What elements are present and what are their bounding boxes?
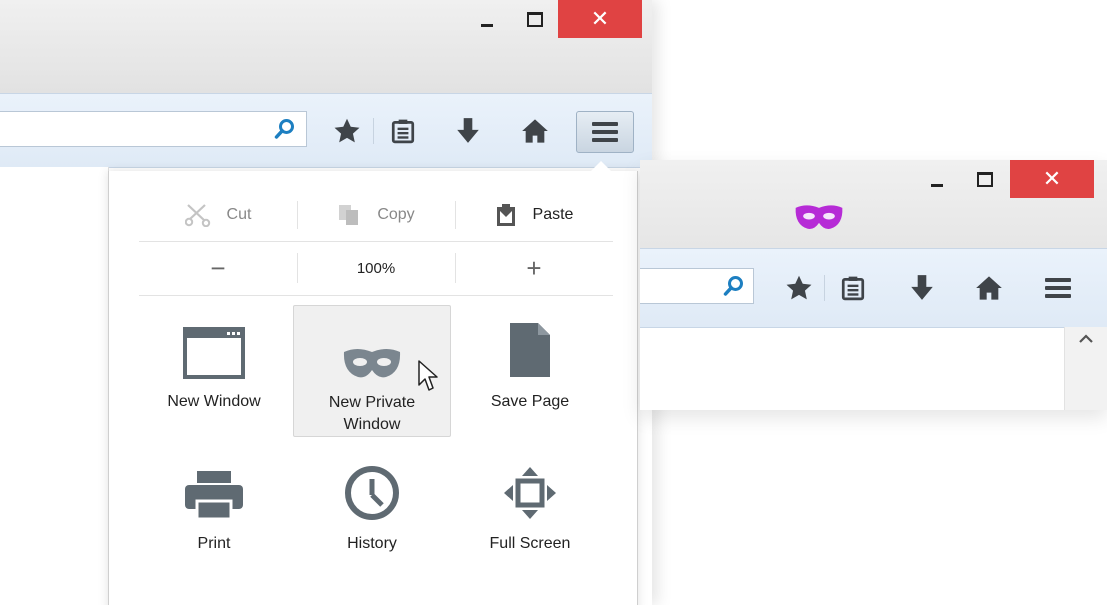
- close-icon: ✕: [1042, 166, 1062, 191]
- full-screen-button[interactable]: Full Screen: [451, 455, 609, 565]
- toolbar-separator: [373, 118, 374, 144]
- history-clock-icon: [345, 466, 399, 520]
- mouse-pointer-icon: [418, 360, 438, 391]
- copy-button[interactable]: Copy: [297, 189, 455, 241]
- private-mask-icon: [343, 349, 401, 378]
- private-bookmarks-menu-button[interactable]: [836, 273, 870, 303]
- new-window-label: New Window: [167, 393, 261, 410]
- private-navigation-toolbar: [640, 248, 1107, 328]
- private-minimize-button[interactable]: [920, 160, 954, 198]
- main-navigation-toolbar: [0, 93, 652, 168]
- close-icon: ✕: [590, 6, 610, 31]
- paste-label: Paste: [532, 206, 574, 223]
- cut-label: Cut: [226, 206, 252, 223]
- scissors-icon: [184, 204, 210, 227]
- search-icon[interactable]: [723, 275, 745, 297]
- bookmarks-list-icon: [391, 119, 415, 144]
- new-private-window-label: New Private Window: [328, 394, 416, 433]
- zoom-out-button[interactable]: −: [139, 241, 297, 295]
- print-button[interactable]: Print: [135, 455, 293, 565]
- close-button[interactable]: ✕: [558, 0, 642, 38]
- download-arrow-icon: [457, 118, 479, 143]
- home-icon: [522, 119, 548, 143]
- plus-icon: +: [526, 253, 542, 283]
- private-close-button[interactable]: ✕: [1010, 160, 1094, 198]
- scroll-up-button[interactable]: [1065, 331, 1107, 349]
- copy-label: Copy: [377, 206, 415, 223]
- private-maximize-button[interactable]: [968, 160, 1002, 198]
- chevron-up-icon: [1079, 334, 1093, 343]
- private-open-menu-button[interactable]: [1038, 273, 1078, 303]
- maximize-button[interactable]: [518, 0, 552, 38]
- copy-icon: [339, 205, 359, 225]
- zoom-controls-row: − 100% +: [139, 241, 613, 296]
- download-arrow-icon: [911, 275, 933, 300]
- fullscreen-arrows-icon: [504, 467, 556, 519]
- downloads-button[interactable]: [451, 116, 485, 146]
- zoom-level: 100%: [356, 259, 396, 277]
- new-window-icon: [183, 327, 245, 379]
- search-icon[interactable]: [274, 118, 296, 140]
- maximize-icon: [527, 11, 543, 27]
- zoom-in-button[interactable]: +: [455, 241, 613, 295]
- history-button[interactable]: History: [293, 455, 451, 565]
- zoom-reset-button[interactable]: 100%: [297, 241, 455, 295]
- toolbar-separator: [824, 275, 825, 301]
- new-window-button[interactable]: New Window: [135, 313, 293, 437]
- private-search-bar[interactable]: [640, 268, 754, 304]
- cut-button[interactable]: Cut: [139, 189, 297, 241]
- private-bookmark-star-button[interactable]: [782, 273, 816, 303]
- print-label: Print: [197, 535, 231, 552]
- save-page-icon: [510, 323, 550, 377]
- history-label: History: [347, 535, 397, 552]
- open-menu-button[interactable]: [576, 111, 634, 153]
- maximize-icon: [977, 171, 993, 187]
- minus-icon: −: [210, 253, 226, 283]
- main-titlebar: ✕: [0, 0, 652, 93]
- private-downloads-button[interactable]: [905, 273, 939, 303]
- page-content-area: [0, 167, 109, 605]
- private-home-button[interactable]: [972, 273, 1006, 303]
- paste-clipboard-icon: [496, 204, 515, 226]
- hamburger-menu-icon: [1045, 278, 1071, 298]
- main-menu-panel: Cut Copy Paste − 100% + New Window New P…: [108, 161, 638, 605]
- minimize-icon: [481, 23, 493, 27]
- save-page-button[interactable]: Save Page: [451, 313, 609, 437]
- panel-arrow: [591, 161, 611, 171]
- star-icon: [786, 275, 812, 300]
- bookmarks-menu-button[interactable]: [386, 116, 420, 146]
- edit-controls-row: Cut Copy Paste: [139, 189, 613, 242]
- full-screen-label: Full Screen: [489, 535, 571, 552]
- home-icon: [976, 276, 1002, 300]
- main-browser-window: ✕ Cut Copy Paste − 100% + New Window New…: [0, 0, 652, 605]
- vertical-scrollbar[interactable]: [1064, 327, 1107, 410]
- search-bar[interactable]: [0, 111, 307, 147]
- bookmark-star-button[interactable]: [330, 116, 364, 146]
- star-icon: [334, 118, 360, 143]
- bookmarks-list-icon: [841, 276, 865, 301]
- save-page-label: Save Page: [490, 393, 570, 410]
- paste-button[interactable]: Paste: [455, 189, 613, 241]
- private-browsing-mask-icon: [795, 205, 843, 229]
- home-button[interactable]: [518, 116, 552, 146]
- minimize-button[interactable]: [470, 0, 504, 38]
- print-icon: [185, 471, 243, 521]
- private-browser-window: ✕: [640, 160, 1107, 410]
- hamburger-menu-icon: [592, 122, 618, 142]
- private-titlebar: ✕: [640, 160, 1107, 248]
- minimize-icon: [931, 183, 943, 187]
